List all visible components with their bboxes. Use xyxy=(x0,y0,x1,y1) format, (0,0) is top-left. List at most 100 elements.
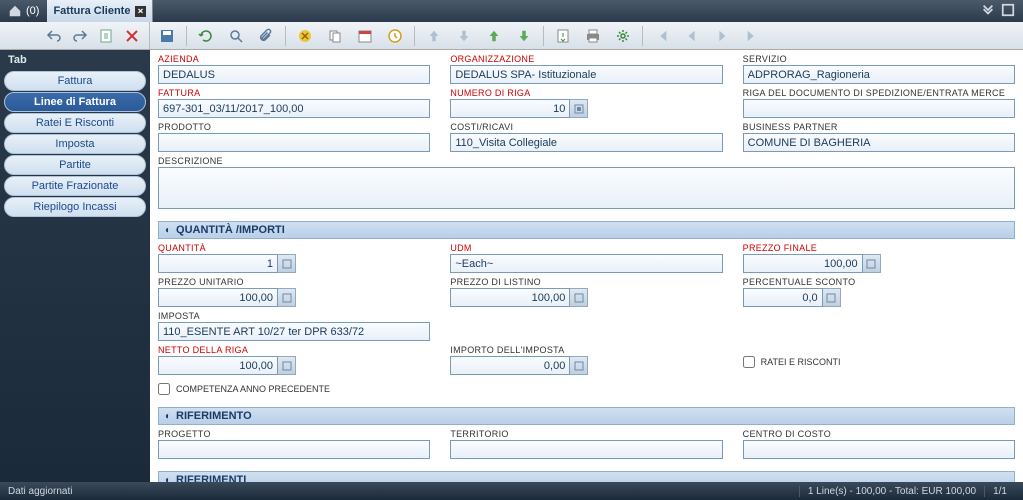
section-riferimenti-header[interactable]: ◐ RIFERIMENTI xyxy=(158,471,1015,482)
checkbox-ratei-input[interactable] xyxy=(743,356,755,368)
new-record-button[interactable] xyxy=(95,25,117,47)
collapse-icon: ◐ xyxy=(165,411,171,422)
label-prodotto: PRODOTTO xyxy=(158,122,430,133)
input-descrizione[interactable] xyxy=(158,167,1015,209)
sidebar-item-partite[interactable]: Partite xyxy=(4,155,146,175)
label-servizio: SERVIZIO xyxy=(743,54,1015,65)
label-costi-ricavi: COSTI/RICAVI xyxy=(450,122,722,133)
input-fattura[interactable] xyxy=(158,99,430,118)
input-riga-doc[interactable] xyxy=(743,99,1015,118)
export-button[interactable] xyxy=(552,25,574,47)
sidebar-item-imposta[interactable]: Imposta xyxy=(4,134,146,154)
maximize-icon[interactable] xyxy=(1001,3,1015,20)
clock-button[interactable] xyxy=(384,25,406,47)
home-icon xyxy=(8,4,22,18)
label-numero-riga: NUMERO DI RIGA xyxy=(450,88,722,99)
stepper-prezzo-finale[interactable] xyxy=(863,254,881,273)
label-quantita: QUANTITÀ xyxy=(158,243,430,254)
refresh-button[interactable] xyxy=(195,25,217,47)
last-button[interactable] xyxy=(741,25,763,47)
stepper-prezzo-unitario[interactable] xyxy=(278,288,296,307)
input-organizzazione[interactable] xyxy=(450,65,722,84)
section-riferimento-header[interactable]: ◐ RIFERIMENTO xyxy=(158,407,1015,425)
input-imposta[interactable] xyxy=(158,322,430,341)
sidebar-item-riepilogo[interactable]: Riepilogo Incassi xyxy=(4,197,146,217)
label-perc-sconto: PERCENTUALE SCONTO xyxy=(743,277,1015,288)
next-button[interactable] xyxy=(711,25,733,47)
label-imposta: IMPOSTA xyxy=(158,311,430,322)
input-quantita[interactable] xyxy=(158,254,278,273)
label-importo-imposta: IMPORTO DELL'IMPOSTA xyxy=(450,345,722,356)
input-prezzo-finale[interactable] xyxy=(743,254,863,273)
sidebar-item-partite-fraz[interactable]: Partite Frazionate xyxy=(4,176,146,196)
status-bar: Dati aggiornati 1 Line(s) - 100,00 - Tot… xyxy=(0,482,1023,500)
sidebar-heading: Tab xyxy=(0,50,150,70)
input-centro-costo[interactable] xyxy=(743,440,1015,459)
sidebar-item-fattura[interactable]: Fattura xyxy=(4,71,146,91)
section-quantita-header[interactable]: ◐ QUANTITÀ /IMPORTI xyxy=(158,221,1015,239)
checkbox-competenza-input[interactable] xyxy=(158,383,170,395)
sidebar-item-linee[interactable]: Linee di Fattura xyxy=(4,92,146,112)
input-udm[interactable] xyxy=(450,254,722,273)
document-tab-title: Fattura Cliente xyxy=(53,5,130,17)
sidebar-item-ratei[interactable]: Ratei E Risconti xyxy=(4,113,146,133)
input-perc-sconto[interactable] xyxy=(743,288,823,307)
minimize-icon[interactable] xyxy=(981,3,995,20)
arrow-up-button[interactable] xyxy=(423,25,445,47)
input-progetto[interactable] xyxy=(158,440,430,459)
checkbox-ratei[interactable]: RATEI E RISCONTI xyxy=(743,345,1015,375)
document-tab[interactable]: Fattura Cliente × xyxy=(47,0,152,22)
label-territorio: TERRITORIO xyxy=(450,429,722,440)
status-page: 1/1 xyxy=(984,486,1015,497)
label-netto-riga: NETTO DELLA RIGA xyxy=(158,345,430,356)
window-titlebar: (0) Fattura Cliente × xyxy=(0,0,1023,22)
label-prezzo-unitario: PREZZO UNITARIO xyxy=(158,277,430,288)
input-numero-riga[interactable] xyxy=(450,99,570,118)
input-importo-imposta[interactable] xyxy=(450,356,570,375)
search-button[interactable] xyxy=(225,25,247,47)
label-organizzazione: ORGANIZZAZIONE xyxy=(450,54,722,65)
checkbox-competenza[interactable]: COMPETENZA ANNO PRECEDENTE xyxy=(158,379,1015,395)
home-count: (0) xyxy=(26,5,39,17)
stepper-importo-imposta[interactable] xyxy=(570,356,588,375)
stepper-quantita[interactable] xyxy=(278,254,296,273)
label-progetto: PROGETTO xyxy=(158,429,430,440)
collapse-icon: ◐ xyxy=(165,225,171,236)
form-panel: AZIENDA ORGANIZZAZIONE SERVIZIO FATTURA … xyxy=(150,50,1023,482)
stepper-numero-riga[interactable] xyxy=(570,99,588,118)
arrow-down-button[interactable] xyxy=(453,25,475,47)
stepper-netto-riga[interactable] xyxy=(278,356,296,375)
cancel-button[interactable] xyxy=(294,25,316,47)
stepper-prezzo-listino[interactable] xyxy=(570,288,588,307)
collapse-icon: ◐ xyxy=(165,475,171,483)
input-costi-ricavi[interactable] xyxy=(450,133,722,152)
input-servizio[interactable] xyxy=(743,65,1015,84)
status-summary: 1 Line(s) - 100,00 - Total: EUR 100,00 xyxy=(799,486,984,497)
input-territorio[interactable] xyxy=(450,440,722,459)
arrow-up-green-button[interactable] xyxy=(483,25,505,47)
redo-button[interactable] xyxy=(69,25,91,47)
print-button[interactable] xyxy=(582,25,604,47)
undo-button[interactable] xyxy=(43,25,65,47)
save-button[interactable] xyxy=(156,25,178,47)
prev-button[interactable] xyxy=(681,25,703,47)
copy-button[interactable] xyxy=(324,25,346,47)
input-netto-riga[interactable] xyxy=(158,356,278,375)
label-udm: UDM xyxy=(450,243,722,254)
input-azienda[interactable] xyxy=(158,65,430,84)
first-button[interactable] xyxy=(651,25,673,47)
stepper-perc-sconto[interactable] xyxy=(823,288,841,307)
close-tab-icon[interactable]: × xyxy=(135,6,145,17)
home-tab[interactable]: (0) xyxy=(0,4,47,18)
sidebar: Tab Fattura Linee di Fattura Ratei E Ris… xyxy=(0,50,150,482)
input-business-partner[interactable] xyxy=(743,133,1015,152)
delete-record-button[interactable] xyxy=(121,25,143,47)
input-prezzo-listino[interactable] xyxy=(450,288,570,307)
label-fattura: FATTURA xyxy=(158,88,430,99)
input-prodotto[interactable] xyxy=(158,133,430,152)
arrow-down-green-button[interactable] xyxy=(513,25,535,47)
calendar-button[interactable] xyxy=(354,25,376,47)
attachment-button[interactable] xyxy=(255,25,277,47)
settings-button[interactable] xyxy=(612,25,634,47)
input-prezzo-unitario[interactable] xyxy=(158,288,278,307)
